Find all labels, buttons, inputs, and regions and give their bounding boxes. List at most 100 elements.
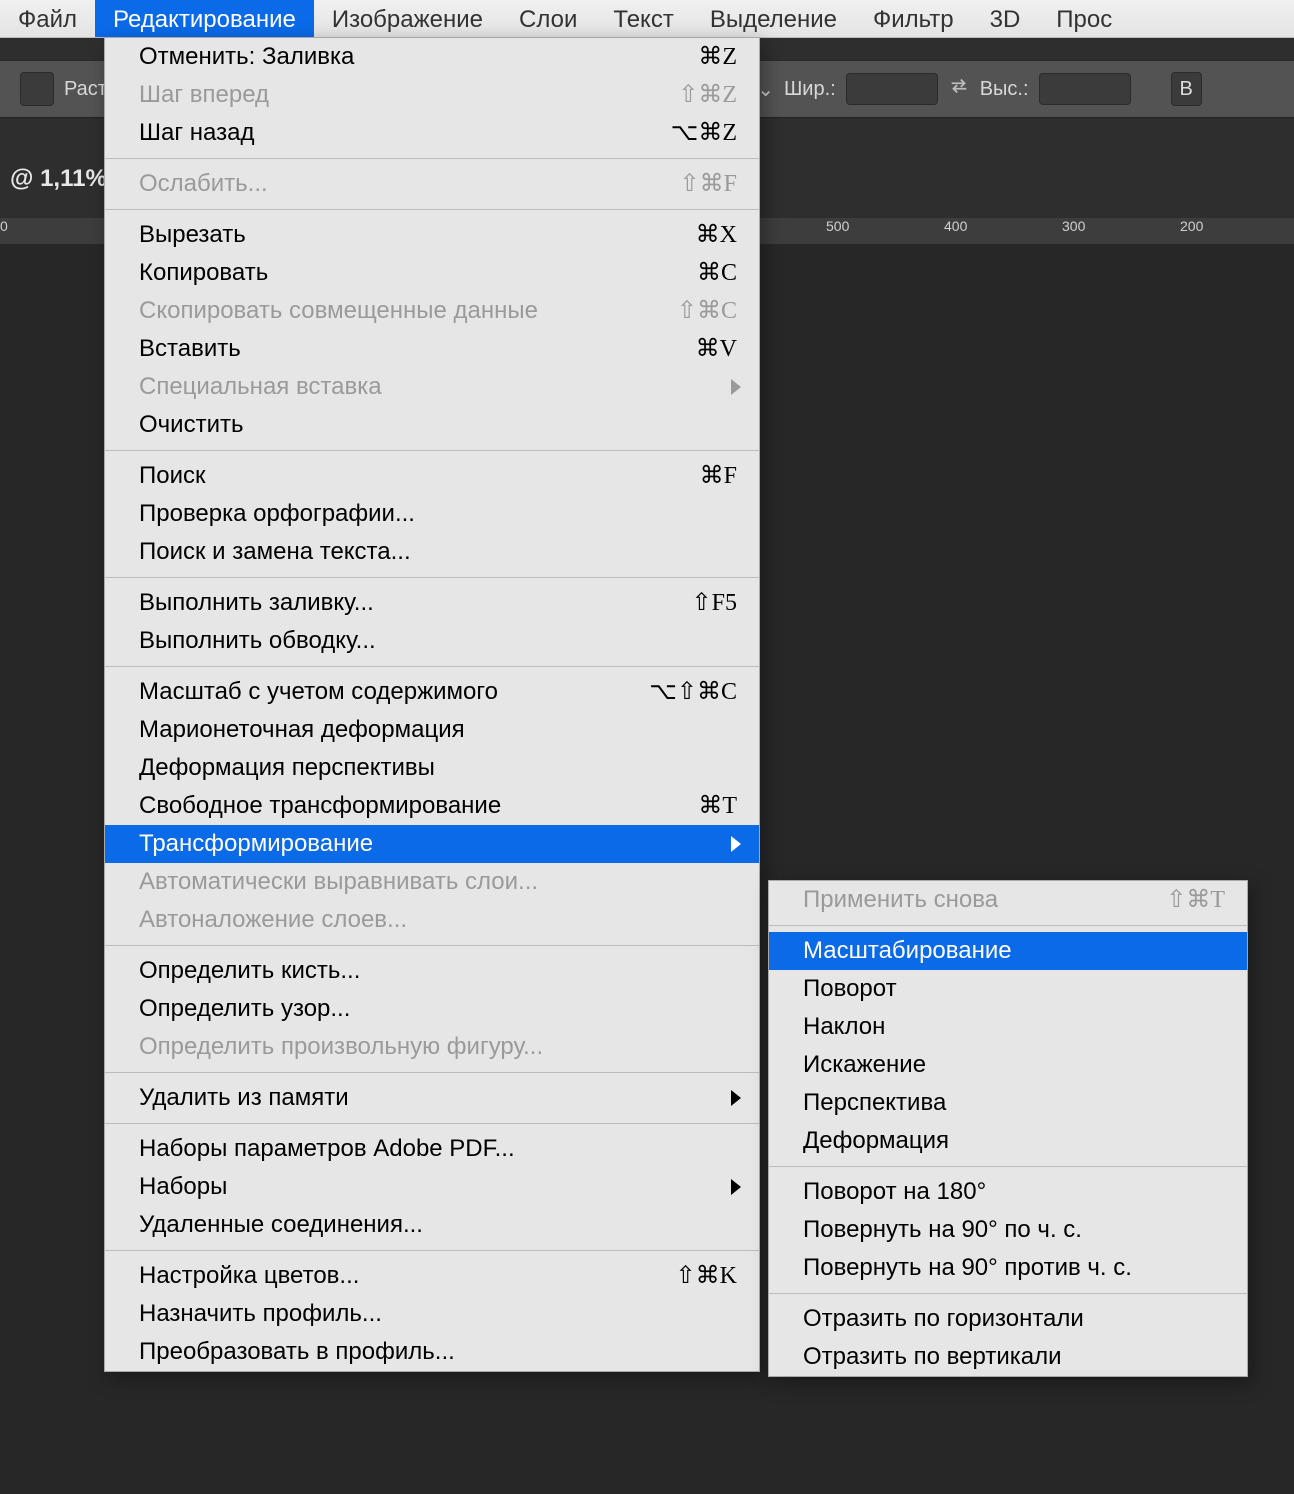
menu-item-label: Назначить профиль... [139, 1300, 382, 1327]
edit-menu-item[interactable]: Наборы [105, 1168, 759, 1206]
menu-item-label: Поворот на 180° [803, 1178, 986, 1205]
edit-menu-item: Ослабить...⇧⌘F [105, 165, 759, 203]
menu-item-shortcut: ⌥⌘Z [671, 114, 737, 152]
edit-menu-item[interactable]: Отменить: Заливка ⌘Z [105, 38, 759, 76]
edit-menu-item[interactable]: Вырезать⌘X [105, 216, 759, 254]
edit-menu-item[interactable]: Назначить профиль... [105, 1295, 759, 1333]
menu-separator [105, 158, 759, 159]
menubar: Файл Редактирование Изображение Слои Тек… [0, 0, 1294, 38]
edit-menu-item[interactable]: Очистить [105, 406, 759, 444]
menu-item-label: Повернуть на 90° по ч. с. [803, 1216, 1082, 1243]
menu-separator [105, 450, 759, 451]
options-handle[interactable] [20, 72, 54, 106]
menu-item-shortcut: ⇧F5 [692, 584, 737, 622]
menu-image[interactable]: Изображение [314, 0, 501, 37]
edit-menu-item[interactable]: Масштаб с учетом содержимого⌥⇧⌘C [105, 673, 759, 711]
edit-menu-item[interactable]: Определить кисть... [105, 952, 759, 990]
menu-item-shortcut: ⇧⌘F [680, 165, 737, 203]
transform-menu-item[interactable]: Поворот [769, 970, 1247, 1008]
transform-menu-item[interactable]: Отразить по горизонтали [769, 1300, 1247, 1338]
menu-view[interactable]: Прос [1038, 0, 1130, 37]
width-field[interactable] [846, 73, 938, 105]
edit-menu-item[interactable]: Копировать⌘C [105, 254, 759, 292]
menu-item-label: Отразить по вертикали [803, 1343, 1062, 1370]
transform-menu-item[interactable]: Отразить по вертикали [769, 1338, 1247, 1376]
menu-layers[interactable]: Слои [501, 0, 595, 37]
edit-menu: Отменить: Заливка⌘ZШаг вперед⇧⌘ZШаг наза… [104, 37, 760, 1372]
edit-menu-item[interactable]: Выполнить заливку...⇧F5 [105, 584, 759, 622]
menu-item-label: Преобразовать в профиль... [139, 1338, 455, 1365]
edit-menu-item[interactable]: Вставить ⌘V [105, 330, 759, 368]
swap-icon[interactable] [948, 75, 970, 103]
menu-item-label: Автоматически выравнивать слои... [139, 868, 538, 895]
menu-item-shortcut: ⇧⌘T [1166, 881, 1225, 919]
transform-menu-item[interactable]: Перспектива [769, 1084, 1247, 1122]
menu-item-label: Копировать [139, 259, 268, 286]
menu-text[interactable]: Текст [595, 0, 691, 37]
edit-menu-item[interactable]: Шаг назад ⌥⌘Z [105, 114, 759, 152]
edit-menu-item[interactable]: Наборы параметров Adobe PDF... [105, 1130, 759, 1168]
menu-item-shortcut: ⌘T [698, 787, 737, 825]
menu-item-label: Применить снова [803, 886, 998, 913]
menu-item-label: Отразить по горизонтали [803, 1305, 1084, 1332]
menu-item-label: Искажение [803, 1051, 926, 1078]
menu-item-label: Отменить: Заливка [139, 43, 354, 70]
menu-item-label: Проверка орфографии... [139, 500, 415, 527]
menu-item-label: Шаг назад [139, 119, 254, 146]
edit-menu-item: Специальная вставка [105, 368, 759, 406]
menu-item-label: Повернуть на 90° против ч. с. [803, 1254, 1132, 1281]
transform-menu-item: Применить снова ⇧⌘T [769, 881, 1247, 919]
menu-item-label: Перспектива [803, 1089, 946, 1116]
edit-menu-item[interactable]: Поиск ⌘F [105, 457, 759, 495]
menu-item-label: Удалить из памяти [139, 1084, 349, 1111]
height-label: Выс.: [980, 78, 1029, 101]
menu-edit[interactable]: Редактирование [95, 0, 314, 37]
menu-item-label: Определить узор... [139, 995, 350, 1022]
document-tab[interactable]: @ 1,11% [0, 165, 117, 193]
edit-menu-item[interactable]: Удаленные соединения... [105, 1206, 759, 1244]
menu-separator [105, 1250, 759, 1251]
menu-item-label: Очистить [139, 411, 243, 438]
transform-menu-item[interactable]: Искажение [769, 1046, 1247, 1084]
edit-menu-item[interactable]: Настройка цветов...⇧⌘K [105, 1257, 759, 1295]
menu-item-shortcut: ⌘Z [698, 38, 737, 76]
menu-item-label: Деформация перспективы [139, 754, 435, 781]
edit-menu-item[interactable]: Проверка орфографии... [105, 495, 759, 533]
menu-item-label: Наборы параметров Adobe PDF... [139, 1135, 515, 1162]
menu-separator [769, 1293, 1247, 1294]
transform-menu-item[interactable]: Повернуть на 90° по ч. с. [769, 1211, 1247, 1249]
menu-select[interactable]: Выделение [692, 0, 855, 37]
edit-menu-item[interactable]: Определить узор... [105, 990, 759, 1028]
menu-file[interactable]: Файл [0, 0, 95, 37]
menu-item-label: Вставить [139, 335, 241, 362]
menu-3d[interactable]: 3D [972, 0, 1039, 37]
menu-item-shortcut: ⌥⇧⌘C [649, 673, 737, 711]
menu-item-label: Деформация [803, 1127, 949, 1154]
edit-menu-item[interactable]: Марионеточная деформация [105, 711, 759, 749]
edit-menu-item[interactable]: Трансформирование [105, 825, 759, 863]
edit-menu-item[interactable]: Преобразовать в профиль... [105, 1333, 759, 1371]
transform-menu-item[interactable]: Деформация [769, 1122, 1247, 1160]
menu-item-label: Масштабирование [803, 937, 1012, 964]
menu-item-label: Автоналожение слоев... [139, 906, 407, 933]
options-tail-button[interactable]: В [1171, 72, 1202, 106]
height-field[interactable] [1039, 73, 1131, 105]
edit-menu-item[interactable]: Поиск и замена текста... [105, 533, 759, 571]
edit-menu-item[interactable]: Выполнить обводку... [105, 622, 759, 660]
menu-item-label: Марионеточная деформация [139, 716, 465, 743]
menu-item-shortcut: ⇧⌘C [677, 292, 737, 330]
menu-item-shortcut: ⌘F [700, 457, 737, 495]
edit-menu-item[interactable]: Свободное трансформирование⌘T [105, 787, 759, 825]
transform-menu-item[interactable]: Поворот на 180° [769, 1173, 1247, 1211]
transform-menu-item[interactable]: Масштабирование [769, 932, 1247, 970]
transform-menu-item[interactable]: Повернуть на 90° против ч. с. [769, 1249, 1247, 1287]
submenu-arrow-icon [731, 379, 741, 395]
menu-item-label: Поиск [139, 462, 206, 489]
edit-menu-item[interactable]: Удалить из памяти [105, 1079, 759, 1117]
menu-filter[interactable]: Фильтр [855, 0, 972, 37]
menu-item-label: Настройка цветов... [139, 1262, 359, 1289]
menu-item-shortcut: ⌘V [696, 330, 737, 368]
menu-item-label: Определить кисть... [139, 957, 360, 984]
edit-menu-item[interactable]: Деформация перспективы [105, 749, 759, 787]
transform-menu-item[interactable]: Наклон [769, 1008, 1247, 1046]
